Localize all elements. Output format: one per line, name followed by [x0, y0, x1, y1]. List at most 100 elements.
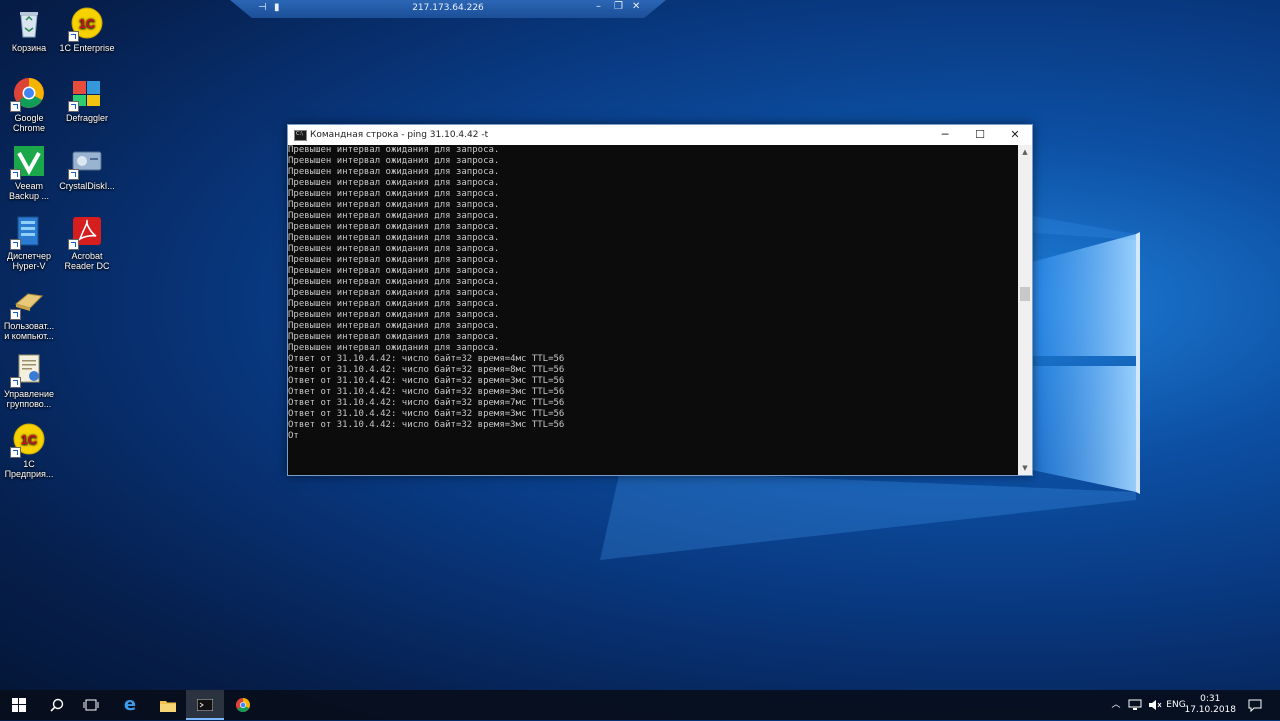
- console-line: Превышен интервал ожидания для запроса.: [288, 343, 500, 353]
- console-line: Ответ от 31.10.4.42: число байт=32 время…: [288, 376, 565, 386]
- console-line: Превышен интервал ожидания для запроса.: [288, 299, 500, 309]
- start-button[interactable]: [0, 690, 38, 720]
- console-line: Ответ от 31.10.4.42: число байт=32 время…: [288, 387, 565, 397]
- crystaldisk-icon: [68, 144, 104, 180]
- search-button[interactable]: [38, 690, 76, 720]
- icon-label: Корзина: [11, 43, 47, 53]
- recycle-bin-icon: [12, 6, 46, 40]
- scroll-up-icon[interactable]: ▲: [1018, 145, 1032, 159]
- icon-label: 1C Enterprise: [59, 43, 115, 53]
- vertical-scrollbar[interactable]: ▲ ▼: [1018, 145, 1032, 475]
- desktop-icon-hyperv-manager[interactable]: Диспетчер Hyper-V: [0, 214, 58, 271]
- icon-label: CrystalDiskI...: [59, 181, 115, 191]
- taskbar-cmd[interactable]: [186, 690, 224, 720]
- scrollbar-thumb[interactable]: [1020, 287, 1030, 301]
- window-title: Командная строка - ping 31.10.4.42 -t: [310, 130, 489, 140]
- clock-date: 17.10.2018: [1184, 705, 1236, 715]
- remote-desktop-bar[interactable]: ⊣ ▮ 217.173.64.226 – ❐ ✕: [230, 0, 666, 18]
- notifications-icon[interactable]: [1244, 690, 1266, 720]
- desktop-icon-users-computers[interactable]: Пользоват... и компьют...: [0, 284, 58, 341]
- console-line: Превышен интервал ожидания для запроса.: [288, 200, 500, 210]
- taskbar-chrome[interactable]: [224, 690, 262, 720]
- file-explorer-icon: [160, 700, 176, 712]
- cmd-icon: [294, 130, 307, 141]
- task-view-button[interactable]: [72, 690, 110, 720]
- console-line: Ответ от 31.10.4.42: число байт=32 время…: [288, 420, 565, 430]
- defraggler-icon: [68, 76, 104, 112]
- icon-label: Диспетчер Hyper-V: [6, 251, 52, 271]
- taskbar-clock[interactable]: 0:31 17.10.2018: [1184, 694, 1236, 716]
- minimize-icon[interactable]: –: [596, 1, 601, 12]
- hyperv-icon: [10, 214, 46, 250]
- console-line: Превышен интервал ожидания для запроса.: [288, 167, 500, 177]
- icon-label: Defraggler: [65, 113, 109, 123]
- console-output[interactable]: Превышен интервал ожидания для запроса. П…: [288, 145, 1018, 475]
- console-line: От: [288, 431, 299, 441]
- close-button[interactable]: ✕: [998, 125, 1032, 145]
- console-line: Ответ от 31.10.4.42: число байт=32 время…: [288, 365, 565, 375]
- icon-label: 1C Предприя...: [4, 459, 54, 479]
- svg-text:1С: 1С: [79, 16, 96, 31]
- start-icon: [12, 698, 26, 712]
- 1c-icon: 1С: [68, 6, 104, 42]
- console-line: Превышен интервал ожидания для запроса.: [288, 266, 500, 276]
- console-line: Превышен интервал ожидания для запроса.: [288, 211, 500, 221]
- console-line: Превышен интервал ожидания для запроса.: [288, 222, 500, 232]
- clock-time: 0:31: [1200, 694, 1221, 704]
- icon-label: Пользоват... и компьют...: [3, 321, 55, 341]
- 1c-icon: 1С: [10, 422, 46, 458]
- console-line: Превышен интервал ожидания для запроса.: [288, 310, 500, 320]
- group-policy-icon: [10, 352, 46, 388]
- chrome-icon: [235, 697, 251, 713]
- edge-icon: e: [123, 694, 137, 715]
- console-line: Ответ от 31.10.4.42: число байт=32 время…: [288, 398, 565, 408]
- icon-label: Veeam Backup ...: [8, 181, 50, 201]
- console-line: Превышен интервал ожидания для запроса.: [288, 178, 500, 188]
- desktop-icon-group-policy[interactable]: Управление группово...: [0, 352, 58, 409]
- svg-text:1С: 1С: [21, 432, 38, 447]
- icon-label: Acrobat Reader DC: [64, 251, 110, 271]
- console-line: Ответ от 31.10.4.42: число байт=32 время…: [288, 409, 565, 419]
- console-line: Превышен интервал ожидания для запроса.: [288, 145, 500, 155]
- cmd-window[interactable]: Командная строка - ping 31.10.4.42 -t ─ …: [287, 124, 1033, 476]
- console-line: Ответ от 31.10.4.42: число байт=32 время…: [288, 354, 565, 364]
- taskbar: e ︿ ENG 0:31 17.10.2018: [0, 690, 1280, 720]
- console-line: Превышен интервал ожидания для запроса.: [288, 156, 500, 166]
- icon-label: Google Chrome: [12, 113, 45, 133]
- desktop-icon-1c-enterprise[interactable]: 1С 1C Enterprise: [58, 6, 116, 53]
- desktop-icon-defraggler[interactable]: Defraggler: [58, 76, 116, 123]
- desktop-icon-veeam-backup[interactable]: Veeam Backup ...: [0, 144, 58, 201]
- minimize-button[interactable]: ─: [928, 125, 962, 145]
- console-line: Превышен интервал ожидания для запроса.: [288, 277, 500, 287]
- show-hidden-icons-icon[interactable]: ︿: [1108, 690, 1124, 720]
- maximize-button[interactable]: ☐: [963, 125, 997, 145]
- desktop-icon-acrobat-reader[interactable]: Acrobat Reader DC: [58, 214, 116, 271]
- desktop-icon-crystaldiskinfo[interactable]: CrystalDiskI...: [58, 144, 116, 191]
- search-icon: [50, 698, 64, 712]
- console-line: Превышен интервал ожидания для запроса.: [288, 288, 500, 298]
- close-icon[interactable]: ✕: [632, 1, 640, 12]
- desktop-icon-recycle-bin[interactable]: Корзина: [0, 6, 58, 53]
- icon-label: Управление группово...: [3, 389, 55, 409]
- acrobat-icon: [68, 214, 104, 250]
- scroll-down-icon[interactable]: ▼: [1018, 461, 1032, 475]
- users-computers-icon: [10, 284, 46, 320]
- chrome-icon: [10, 76, 46, 112]
- console-line: Превышен интервал ожидания для запроса.: [288, 255, 500, 265]
- cmd-icon: [196, 698, 214, 712]
- window-titlebar[interactable]: Командная строка - ping 31.10.4.42 -t ─ …: [288, 125, 1032, 145]
- taskbar-edge[interactable]: e: [111, 690, 149, 720]
- taskbar-file-explorer[interactable]: [149, 690, 187, 720]
- volume-icon[interactable]: [1146, 690, 1164, 720]
- console-line: Превышен интервал ожидания для запроса.: [288, 321, 500, 331]
- desktop-icon-google-chrome[interactable]: Google Chrome: [0, 76, 58, 133]
- restore-icon[interactable]: ❐: [614, 1, 623, 12]
- console-line: Превышен интервал ожидания для запроса.: [288, 189, 500, 199]
- console-line: Превышен интервал ожидания для запроса.: [288, 233, 500, 243]
- console-line: Превышен интервал ожидания для запроса.: [288, 244, 500, 254]
- network-icon[interactable]: [1126, 690, 1144, 720]
- veeam-icon: [10, 144, 46, 180]
- task-view-icon: [83, 699, 99, 711]
- console-line: Превышен интервал ожидания для запроса.: [288, 332, 500, 342]
- desktop-icon-1c-predpriyatie[interactable]: 1С 1C Предприя...: [0, 422, 58, 479]
